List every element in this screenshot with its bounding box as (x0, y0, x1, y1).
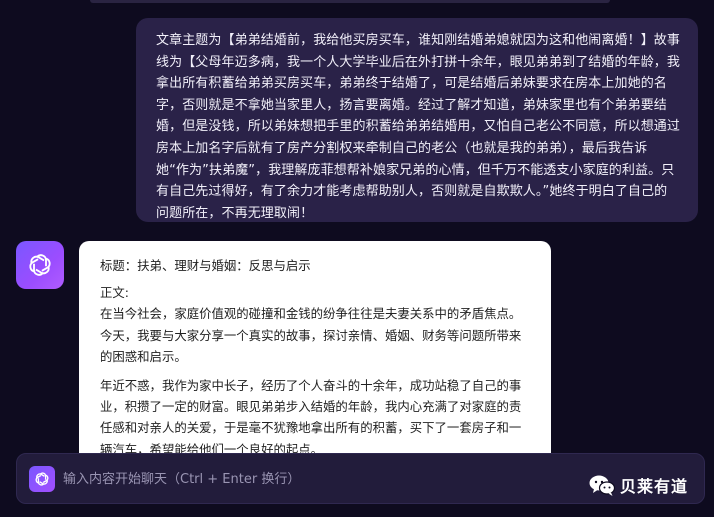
body-label: 正文: (100, 285, 129, 301)
wechat-icon (589, 475, 616, 496)
assistant-message-bubble: 标题：扶弟、理财与婚姻：反思与启示 正文: 在当今社会，家庭价值观的碰撞和金钱的… (79, 241, 551, 471)
input-logo (29, 466, 55, 492)
article-title: 标题：扶弟、理财与婚姻：反思与启示 (100, 258, 311, 273)
openai-logo-icon (35, 472, 49, 486)
user-message-bubble: 文章主题为【弟弟结婚前，我给他买房买车，谁知刚结婚弟媳就因为这和他闹离婚！】故事… (136, 18, 698, 222)
assistant-avatar (16, 241, 64, 289)
openai-logo-icon (29, 254, 51, 276)
article-paragraph-2: 年近不惑，我作为家中长子，经历了个人奋斗的十余年，成功站稳了自己的事业，积攒了一… (100, 378, 522, 457)
watermark: 贝莱有道 (588, 470, 688, 500)
watermark-text: 贝莱有道 (620, 477, 689, 496)
chat-input[interactable] (63, 462, 583, 496)
user-message-text: 文章主题为【弟弟结婚前，我给他买房买车，谁知刚结婚弟媳就因为这和他闹离婚！】故事… (156, 33, 681, 221)
previous-message-edge (90, 0, 610, 3)
article-paragraph-1: 在当今社会，家庭价值观的碰撞和金钱的纷争往往是夫妻关系中的矛盾焦点。今天，我要与… (100, 306, 522, 364)
